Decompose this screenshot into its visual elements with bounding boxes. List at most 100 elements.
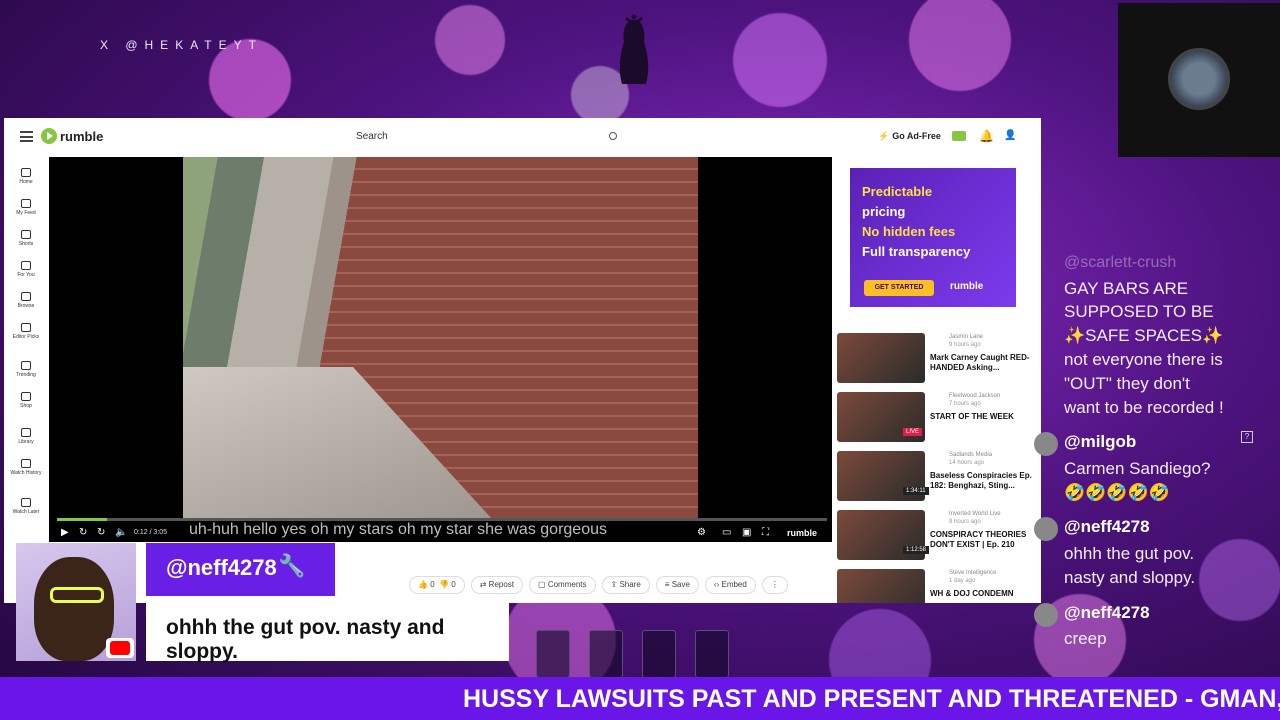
recommended-video[interactable]: 1:34:11 Sadlands Media 14 hours ago Base…	[837, 451, 1037, 503]
duration-badge: 1:12:58	[903, 546, 930, 554]
comments-button[interactable]: ▢ Comments	[529, 576, 596, 594]
fullscreen-icon[interactable]: ⛶	[762, 527, 769, 538]
more-options-button[interactable]: ⋮	[761, 576, 788, 594]
sidebar-item-watch-history[interactable]: Watch History	[4, 459, 48, 476]
video-player[interactable]: uh-huh hello yes oh my stars oh my star …	[49, 157, 832, 542]
highlight-username-banner: @neff4278	[146, 543, 335, 596]
chat-message-line: Carmen Sandiego?	[1064, 459, 1211, 478]
go-live-icon[interactable]	[952, 131, 966, 141]
recommended-video[interactable]: 1:12:58 Inverted World Live 9 hours ago …	[837, 510, 1037, 562]
sidebar-nav: Home My Feed Shorts For You Browse Edito…	[4, 158, 48, 603]
rumble-header: rumble Search Go Ad-Free 🔔 👤	[4, 118, 1041, 156]
highlight-comment: ohhh the gut pov. nasty and sloppy.	[166, 616, 445, 663]
share-label: Share	[619, 580, 641, 589]
recommended-video[interactable]: LIVE Fleetwood Jackson 7 hours ago START…	[837, 392, 1037, 444]
upload-age: 14 hours ago	[949, 460, 985, 466]
channel-name[interactable]: Steve Intelligence	[949, 570, 996, 576]
volume-icon[interactable]: 🔈	[115, 527, 127, 538]
video-title[interactable]: WH & DOJ CONDEMN	[930, 589, 1035, 599]
replay-icon[interactable]: ↻	[79, 527, 87, 538]
sidebar-item-label: Trending	[16, 372, 36, 378]
sidebar-item-shop[interactable]: Shop	[4, 392, 48, 409]
chat-message-line: creep	[1064, 629, 1107, 648]
streamer-avatar	[1168, 48, 1230, 110]
save-icon: ≡	[664, 580, 672, 589]
shorts-icon	[21, 230, 31, 239]
chat-message-line: "OUT" they don't	[1064, 374, 1190, 393]
video-thumbnail[interactable]	[837, 569, 925, 603]
duration-badge: 1:34:11	[903, 487, 929, 495]
recommended-video[interactable]: Jasmin Lane 9 hours ago Mark Carney Caug…	[837, 333, 1037, 385]
sidebar-item-shorts[interactable]: Shorts	[4, 230, 48, 247]
channel-name[interactable]: Fleetwood Jackson	[949, 393, 1000, 399]
repost-button[interactable]: ⇄ Repost	[470, 576, 524, 594]
share-button[interactable]: ⇪ Share	[601, 576, 650, 594]
thumbs-up-icon: 👍	[418, 580, 431, 589]
forward-icon[interactable]: ↻	[97, 527, 105, 538]
settings-gear-icon[interactable]: ⚙	[697, 527, 706, 538]
rumble-logo[interactable]: rumble	[41, 128, 103, 144]
sidebar-item-for-you[interactable]: For You	[4, 261, 48, 278]
sunglasses	[50, 587, 104, 603]
for-you-icon	[21, 261, 31, 270]
ad-brand: rumble	[950, 281, 984, 292]
sidebar-item-library[interactable]: Library	[4, 428, 48, 445]
repost-label: Repost	[488, 580, 515, 589]
channel-name[interactable]: Jasmin Lane	[949, 334, 983, 340]
channel-name[interactable]: Sadlands Media	[949, 452, 992, 458]
video-title[interactable]: START OF THE WEEK	[930, 412, 1035, 422]
playback-time: 0:12 / 3:05	[134, 529, 168, 536]
captions-icon[interactable]: ▭	[722, 527, 731, 538]
embed-button[interactable]: ‹› Embed	[704, 576, 756, 594]
pip-icon[interactable]: ▣	[742, 527, 751, 538]
highlight-username: @neff4278	[166, 555, 277, 580]
video-action-bar: 👍 0 👎 0 ⇄ Repost ▢ Comments ⇪ Share ≡ Sa…	[409, 576, 788, 596]
channel-name[interactable]: Inverted World Live	[949, 511, 1001, 517]
chat-message-line: nasty and sloppy.	[1064, 568, 1196, 587]
ad-line: No hidden fees	[862, 224, 956, 239]
notifications-bell-icon[interactable]: 🔔	[979, 129, 994, 143]
search-input[interactable]: Search	[348, 127, 628, 147]
dislike-count: 0	[451, 580, 456, 589]
sidebar-item-label: For You	[17, 272, 35, 278]
sidebar-item-editor-picks[interactable]: Editor Picks	[4, 323, 48, 340]
user-account-icon[interactable]: 👤	[1004, 130, 1016, 141]
sidebar-ad[interactable]: Predictable pricing No hidden fees Full …	[850, 168, 1016, 307]
tarot-card-sun-icon	[536, 630, 570, 678]
video-thumbnail[interactable]	[837, 333, 925, 383]
chat-message-line: not everyone there is	[1064, 350, 1223, 369]
chat-avatar	[1034, 517, 1058, 541]
sidebar-item-watch-later[interactable]: Watch Later	[4, 498, 48, 515]
ad-get-started-button[interactable]: GET STARTED	[864, 280, 934, 296]
video-title[interactable]: Mark Carney Caught RED-HANDED Asking...	[930, 353, 1035, 373]
search-icon[interactable]	[609, 132, 617, 140]
like-dislike-button[interactable]: 👍 0 👎 0	[409, 576, 465, 594]
recommended-video[interactable]: Steve Intelligence 1 day ago WH & DOJ CO…	[837, 569, 1037, 603]
hecate-logo-icon	[619, 14, 649, 84]
player-controls: ▶ ↻ ↻ 🔈 0:12 / 3:05 ⚙ ▭ ▣ ⛶ rumble	[57, 527, 832, 541]
player-rumble-logo[interactable]: rumble	[787, 528, 817, 538]
upload-age: 9 hours ago	[949, 342, 981, 348]
hamburger-menu-icon[interactable]	[20, 131, 33, 142]
video-frame[interactable]	[183, 157, 698, 519]
sidebar-item-label: Shorts	[18, 241, 34, 247]
chat-message-line: GAY BARS ARE	[1064, 279, 1189, 298]
sidebar-item-browse[interactable]: Browse	[4, 292, 48, 309]
thumbs-down-icon: 👎	[439, 580, 452, 589]
play-icon[interactable]: ▶	[61, 527, 69, 538]
like-count: 0	[430, 580, 435, 589]
news-ticker: HUSSY LAWSUITS PAST AND PRESENT AND THRE…	[0, 677, 1280, 720]
tarot-card-star-icon	[695, 630, 729, 678]
video-title[interactable]: CONSPIRACY THEORIES DON'T EXIST | Ep. 21…	[930, 530, 1035, 550]
progress-fill	[57, 518, 108, 521]
sidebar-item-trending[interactable]: Trending	[4, 361, 48, 378]
library-icon	[21, 428, 31, 437]
sidebar-item-home[interactable]: Home	[4, 168, 48, 185]
live-badge: LIVE	[903, 428, 923, 436]
ad-line: Full transparency	[862, 244, 971, 259]
sidebar-item-my-feed[interactable]: My Feed	[4, 199, 48, 216]
rumble-wordmark: rumble	[60, 128, 104, 144]
go-ad-free-button[interactable]: Go Ad-Free	[878, 131, 941, 142]
save-button[interactable]: ≡ Save	[655, 576, 699, 594]
video-title[interactable]: Baseless Conspiracies Ep. 182: Benghazi,…	[930, 471, 1035, 491]
